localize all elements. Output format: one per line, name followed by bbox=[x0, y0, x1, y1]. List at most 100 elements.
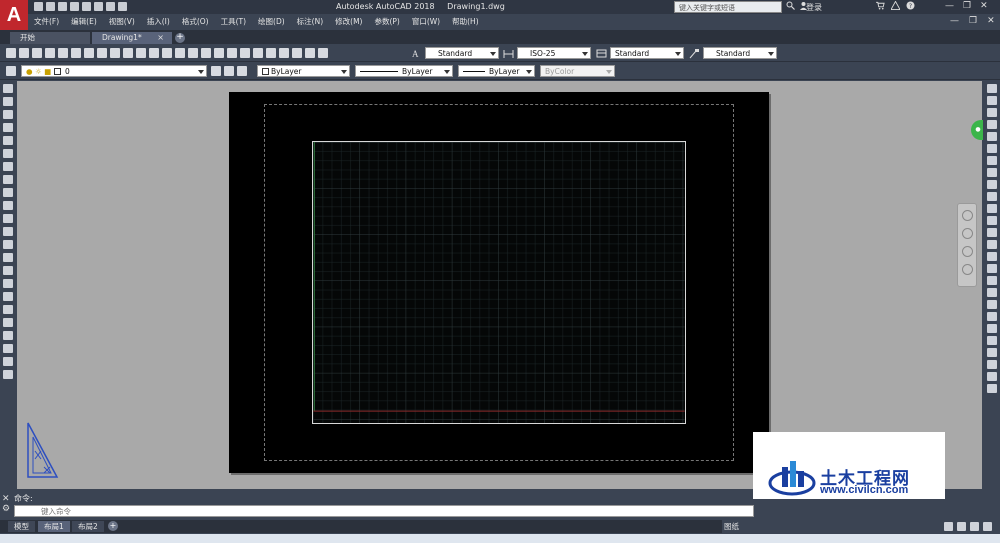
tab-layout1[interactable]: 布局1 bbox=[38, 521, 70, 532]
print-icon[interactable] bbox=[82, 2, 91, 11]
command-input[interactable]: 键入命令 bbox=[14, 505, 754, 517]
copy-icon[interactable] bbox=[110, 48, 120, 58]
revision-cloud-icon[interactable] bbox=[3, 175, 13, 184]
restore-icon[interactable]: ❐ bbox=[963, 1, 971, 11]
edit-polyline-icon[interactable] bbox=[986, 300, 997, 309]
command-close-icon[interactable]: ✕ bbox=[2, 494, 10, 504]
color-select[interactable]: ByLayer bbox=[257, 65, 350, 77]
pan-nav-icon[interactable] bbox=[962, 228, 973, 239]
exchange-icon[interactable] bbox=[891, 1, 900, 10]
layer-select[interactable]: ● ☼ ■ 0 bbox=[21, 65, 207, 77]
pan-icon[interactable] bbox=[188, 48, 198, 58]
login-button[interactable]: 登录 bbox=[806, 2, 822, 13]
chamfer-icon[interactable] bbox=[986, 252, 997, 261]
orbit-nav-icon[interactable] bbox=[962, 264, 973, 275]
lengthen-icon[interactable] bbox=[986, 372, 997, 381]
command-customize-icon[interactable]: ⚙ bbox=[2, 504, 10, 514]
sheet-set-icon[interactable] bbox=[279, 48, 289, 58]
fillet-icon[interactable] bbox=[986, 264, 997, 273]
construction-line-icon[interactable] bbox=[3, 97, 13, 106]
help-icon[interactable]: ? bbox=[906, 1, 915, 10]
rotate-icon[interactable] bbox=[986, 156, 997, 165]
menu-file[interactable]: 文件(F) bbox=[28, 15, 65, 28]
mirror-icon[interactable] bbox=[986, 108, 997, 117]
paper-space-toggle[interactable]: 图纸 bbox=[724, 521, 739, 532]
customize-dropdown-icon[interactable] bbox=[118, 2, 127, 11]
menu-insert[interactable]: 插入(I) bbox=[141, 15, 176, 28]
open-icon[interactable] bbox=[46, 2, 55, 11]
blend-icon[interactable] bbox=[986, 276, 997, 285]
array-icon[interactable] bbox=[986, 132, 997, 141]
edit-hatch-icon[interactable] bbox=[986, 324, 997, 333]
tool-palettes-icon[interactable] bbox=[266, 48, 276, 58]
redo-tb-icon[interactable] bbox=[175, 48, 185, 58]
table-icon[interactable] bbox=[3, 305, 13, 314]
design-center-icon[interactable] bbox=[253, 48, 263, 58]
polyline-icon[interactable] bbox=[3, 110, 13, 119]
zoom-window-icon[interactable] bbox=[214, 48, 224, 58]
ellipse-icon[interactable] bbox=[3, 201, 13, 210]
edit-spline-icon[interactable] bbox=[986, 312, 997, 321]
layers-palette-icon[interactable] bbox=[3, 370, 13, 379]
redo-icon[interactable] bbox=[106, 2, 115, 11]
menu-format[interactable]: 格式(O) bbox=[176, 15, 215, 28]
move-icon[interactable] bbox=[986, 144, 997, 153]
tab-layout2[interactable]: 布局2 bbox=[72, 521, 104, 532]
linetype-select[interactable]: ByLayer bbox=[355, 65, 453, 77]
erase-icon[interactable] bbox=[986, 84, 997, 93]
menu-dimension[interactable]: 标注(N) bbox=[291, 15, 329, 28]
tab-close-icon[interactable]: × bbox=[157, 32, 164, 44]
draw-order-icon[interactable] bbox=[986, 360, 997, 369]
dim-style-select[interactable]: ISO-25 bbox=[517, 47, 591, 59]
text-style-select[interactable]: Standard bbox=[425, 47, 499, 59]
save-icon[interactable] bbox=[58, 2, 67, 11]
doc-close-icon[interactable]: ✕ bbox=[987, 16, 995, 26]
layer-properties-icon[interactable] bbox=[6, 66, 16, 76]
fullscreen-icon[interactable] bbox=[970, 522, 979, 531]
edit-array-icon[interactable] bbox=[986, 336, 997, 345]
drawing-area[interactable] bbox=[17, 81, 982, 489]
extend-icon[interactable] bbox=[986, 204, 997, 213]
undo-icon[interactable] bbox=[94, 2, 103, 11]
layer-previous-icon[interactable] bbox=[224, 66, 234, 76]
explode-icon[interactable] bbox=[986, 288, 997, 297]
multileader-style-select[interactable]: Standard bbox=[703, 47, 777, 59]
annotation-scale-icon[interactable] bbox=[944, 522, 953, 531]
scale-icon[interactable] bbox=[986, 168, 997, 177]
hatch-icon[interactable] bbox=[3, 266, 13, 275]
layout-viewport[interactable] bbox=[312, 141, 686, 424]
paste-icon[interactable] bbox=[123, 48, 133, 58]
layer-iso-icon[interactable] bbox=[237, 66, 247, 76]
new-icon[interactable] bbox=[34, 2, 43, 11]
3d-print-icon[interactable] bbox=[84, 48, 94, 58]
match-properties-icon[interactable] bbox=[136, 48, 146, 58]
menu-modify[interactable]: 修改(M) bbox=[329, 15, 368, 28]
menu-view[interactable]: 视图(V) bbox=[103, 15, 141, 28]
doc-minimize-icon[interactable]: — bbox=[950, 16, 959, 26]
make-current-icon[interactable] bbox=[211, 66, 221, 76]
doc-restore-icon[interactable]: ❐ bbox=[969, 16, 977, 26]
block-editor-icon[interactable] bbox=[149, 48, 159, 58]
join-icon[interactable] bbox=[986, 240, 997, 249]
stretch-icon[interactable] bbox=[986, 180, 997, 189]
save-file-icon[interactable] bbox=[32, 48, 42, 58]
image-icon[interactable] bbox=[3, 344, 13, 353]
menu-tools[interactable]: 工具(T) bbox=[215, 15, 252, 28]
application-menu-button[interactable]: A bbox=[0, 0, 28, 30]
check-icon[interactable] bbox=[3, 357, 13, 366]
zoom-previous-icon[interactable] bbox=[227, 48, 237, 58]
menu-window[interactable]: 窗口(W) bbox=[406, 15, 446, 28]
rectangle-icon[interactable] bbox=[3, 136, 13, 145]
search-icon[interactable] bbox=[786, 1, 795, 10]
workspace-icon[interactable] bbox=[957, 522, 966, 531]
trim-icon[interactable] bbox=[986, 192, 997, 201]
help-tb-icon[interactable] bbox=[318, 48, 328, 58]
gradient-icon[interactable] bbox=[3, 279, 13, 288]
mtext-icon[interactable] bbox=[3, 318, 13, 327]
zoom-nav-icon[interactable] bbox=[962, 246, 973, 257]
tab-drawing1[interactable]: Drawing1* × bbox=[92, 32, 172, 44]
tab-start[interactable]: 开始 bbox=[10, 32, 90, 44]
customize-status-icon[interactable] bbox=[983, 522, 992, 531]
add-selected-icon[interactable] bbox=[3, 331, 13, 340]
steering-wheel-icon[interactable] bbox=[962, 210, 973, 221]
